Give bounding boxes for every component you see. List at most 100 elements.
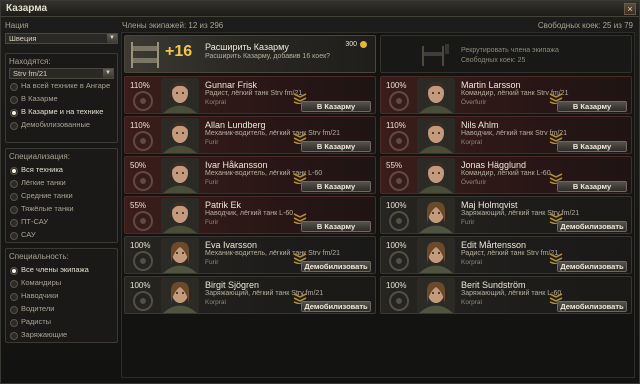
crew-name: Gunnar Frisk (205, 80, 258, 90)
crew-role: Радист, лёгкий танк Strv fm/21 (461, 250, 559, 257)
role-option[interactable]: Наводчики (9, 290, 114, 303)
crew-card[interactable]: 110% Allan Lundberg Механик-водитель, лёгк… (124, 116, 376, 154)
bunk-icon (131, 42, 159, 68)
crew-rank: Furir (461, 219, 475, 226)
specialization-filter-panel: Специализация: Вся техника Лёгкие танки Ср… (5, 148, 118, 243)
specialization-option[interactable]: ПТ-САУ (9, 216, 114, 229)
crew-portrait (161, 278, 199, 313)
demobilize-button[interactable]: Демобилизовать (557, 221, 627, 232)
crew-portrait (161, 118, 199, 153)
specialization-option[interactable]: Лёгкие танки (9, 177, 114, 190)
chevron-down-icon: ▼ (107, 34, 117, 43)
crew-name: Allan Lundberg (205, 120, 266, 130)
crew-rank: Överfurir (461, 179, 487, 186)
crew-grid: +16 Расширить Казарму Расширить Казарму,… (121, 32, 635, 378)
crew-card[interactable]: 100% Maj Holmqvist Заряжающий, лёгкий танк… (380, 196, 632, 234)
crew-role: Механик-водитель, лёгкий танк Strv fm/21 (205, 250, 341, 257)
to-barracks-button[interactable]: В Казарму (557, 101, 627, 112)
crew-card[interactable]: 100% Martin Larsson Командир, лёгкий танк … (380, 76, 632, 114)
crew-rank: Furir (205, 259, 219, 266)
crew-card[interactable]: 100% Edit Mårtensson Радист, лёгкий танк S… (380, 236, 632, 274)
crew-rank: Korpral (205, 99, 226, 106)
to-barracks-button[interactable]: В Казарму (557, 181, 627, 192)
role-option[interactable]: Командиры (9, 277, 114, 290)
crew-portrait (417, 78, 455, 113)
crew-name: Patrik Ek (205, 200, 242, 210)
crew-count: Члены экипажей: 12 из 296 (122, 21, 224, 30)
crew-name: Birgit Sjögren (205, 280, 260, 290)
crew-portrait (417, 198, 455, 233)
crew-portrait (161, 198, 199, 233)
crew-portrait (417, 278, 455, 313)
vehicle-value: Strv fm/21 (13, 69, 48, 78)
role-option[interactable]: Радисты (9, 316, 114, 329)
to-barracks-button[interactable]: В Казарму (557, 141, 627, 152)
tank-track-icon (133, 211, 153, 231)
crew-rank: Furir (205, 139, 219, 146)
expand-title: Расширить Казарму (205, 42, 289, 52)
wheel-icon (389, 291, 409, 311)
crew-name: Jonas Hägglund (461, 160, 527, 170)
demobilize-button[interactable]: Демобилизовать (301, 301, 371, 312)
crew-portrait (417, 118, 455, 153)
vehicle-dropdown[interactable]: Strv fm/21 ▼ (9, 68, 114, 79)
tank-track-icon (389, 91, 409, 111)
demobilize-button[interactable]: Демобилизовать (557, 301, 627, 312)
crew-rank: Furir (205, 219, 219, 226)
crew-card[interactable]: 110% Nils Ahlm Наводчик, лёгкий танк Strv … (380, 116, 632, 154)
location-option[interactable]: На всей технике в Ангаре (9, 80, 114, 93)
tank-track-icon (389, 171, 409, 191)
to-barracks-button[interactable]: В Казарму (301, 141, 371, 152)
specialization-option[interactable]: Вся техника (9, 164, 114, 177)
to-barracks-button[interactable]: В Казарму (301, 181, 371, 192)
specialization-option[interactable]: Тяжёлые танки (9, 203, 114, 216)
crew-portrait (417, 238, 455, 273)
specialization-label: Специализация: (9, 152, 70, 161)
wheel-icon (133, 291, 153, 311)
tank-track-icon (133, 131, 153, 151)
crew-card[interactable]: 100% Eva Ivarsson Механик-водитель, лёгкий… (124, 236, 376, 274)
role-option[interactable]: Все члены экипажа (9, 264, 114, 277)
barracks-window: Казарма × Нация Швеция ▼ Находятся: Strv… (0, 0, 640, 384)
to-barracks-button[interactable]: В Казарму (301, 101, 371, 112)
location-filter-panel: Находятся: Strv fm/21 ▼ На всей технике … (5, 53, 118, 143)
specialization-option[interactable]: САУ (9, 229, 114, 242)
gold-icon (360, 41, 367, 48)
crew-name: Eva Ivarsson (205, 240, 258, 250)
location-option[interactable]: В Казарме (9, 93, 114, 106)
location-option[interactable]: В Казарме и на технике (9, 106, 114, 119)
crew-card[interactable]: 100% Birgit Sjögren Заряжающий, лёгкий тан… (124, 276, 376, 314)
to-barracks-button[interactable]: В Казарму (301, 221, 371, 232)
crew-card[interactable]: 100% Berit Sundström Заряжающий, лёгкий та… (380, 276, 632, 314)
recruit-crew-card[interactable]: Рекрутировать члена экипажа Свободных ко… (380, 35, 632, 73)
crew-role: Заряжающий, лёгкий танк L-60 (461, 290, 562, 297)
crew-card[interactable]: 55% Patrik Ek Наводчик, лёгкий танк L-60 Fu… (124, 196, 376, 234)
crew-name: Martin Larsson (461, 80, 521, 90)
expand-amount: +16 (165, 43, 193, 60)
role-label: Специальность: (9, 252, 69, 261)
crew-card[interactable]: 55% Jonas Hägglund Командир, лёгкий танк L… (380, 156, 632, 194)
specialization-option[interactable]: Средние танки (9, 190, 114, 203)
crew-card[interactable]: 110% Gunnar Frisk Радист, лёгкий танк Strv… (124, 76, 376, 114)
window-title: Казарма (6, 3, 48, 14)
crew-role: Наводчик, лёгкий танк L-60 (205, 210, 294, 217)
role-option[interactable]: Водители (9, 303, 114, 316)
crew-name: Berit Sundström (461, 280, 526, 290)
tank-track-icon (133, 91, 153, 111)
recruit-beds: Свободных коек: 25 (461, 57, 526, 64)
demobilize-button[interactable]: Демобилизовать (301, 261, 371, 272)
wheel-icon (389, 251, 409, 271)
demobilize-button[interactable]: Демобилизовать (557, 261, 627, 272)
location-option[interactable]: Демобилизованные (9, 119, 114, 132)
nation-dropdown[interactable]: Швеция ▼ (5, 33, 118, 44)
expand-barracks-card[interactable]: +16 Расширить Казарму Расширить Казарму,… (124, 35, 376, 73)
role-option[interactable]: Заряжающие (9, 329, 114, 342)
title-bar[interactable]: Казарма × (1, 1, 639, 17)
crew-card[interactable]: 50% Ivar Håkansson Механик-водитель, лёгки… (124, 156, 376, 194)
crew-portrait (161, 158, 199, 193)
expand-subtitle: Расширить Казарму, добавив 16 коек? (205, 53, 331, 60)
close-icon[interactable]: × (624, 3, 636, 15)
tank-track-icon (133, 171, 153, 191)
expand-cost: 300 (345, 41, 357, 48)
location-label: Находятся: (9, 57, 51, 66)
